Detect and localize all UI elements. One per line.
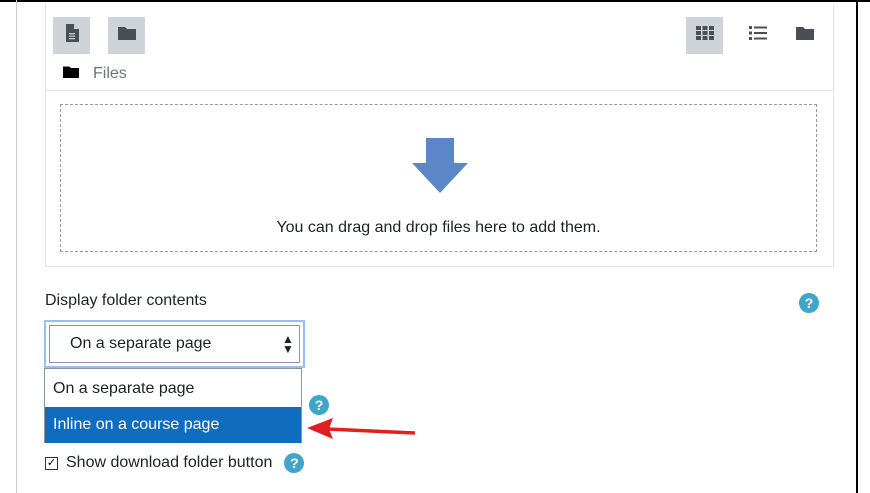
folder-view-icon (795, 26, 814, 45)
list-view-icon (748, 26, 767, 45)
frame-right-border (856, 0, 858, 493)
list-view-button[interactable] (739, 17, 776, 54)
grid-view-icon (695, 26, 714, 45)
display-folder-options: On a separate page Inline on a course pa… (44, 368, 302, 443)
help-icon[interactable]: ? (309, 395, 329, 415)
frame-left-border (16, 0, 17, 493)
folder-icon (117, 26, 136, 45)
annotation-arrow-icon (305, 414, 417, 449)
download-folder-row: ✓ Show download folder button ? (45, 452, 305, 474)
create-folder-button[interactable] (108, 17, 145, 54)
select-inner: On a separate page ▲ ▼ (49, 325, 300, 363)
folder-icon (63, 65, 79, 83)
download-folder-label: Show download folder button (66, 454, 273, 471)
file-manager-toolbar: Files (46, 4, 833, 91)
help-icon[interactable]: ? (799, 293, 819, 313)
tree-view-button[interactable] (786, 17, 823, 54)
path-root-link[interactable]: Files (93, 65, 127, 83)
arrow-down-icon (412, 138, 468, 199)
option-separate-page[interactable]: On a separate page (45, 371, 301, 407)
folder-path: Files (63, 64, 127, 84)
file-icon (65, 24, 79, 47)
drop-zone-text: You can drag and drop files here to add … (276, 219, 601, 236)
grid-view-button[interactable] (686, 17, 723, 54)
file-manager: Files You can drag and drop files here t… (45, 4, 834, 267)
frame-top-border (0, 0, 870, 2)
display-folder-select[interactable]: On a separate page ▲ ▼ (44, 320, 305, 368)
drop-zone[interactable]: You can drag and drop files here to add … (60, 104, 817, 252)
select-value: On a separate page (70, 335, 212, 352)
help-icon[interactable]: ? (284, 453, 305, 473)
add-file-button[interactable] (53, 17, 90, 54)
option-inline-course-page[interactable]: Inline on a course page (45, 407, 301, 443)
display-folder-label: Display folder contents (45, 292, 207, 309)
download-folder-checkbox[interactable]: ✓ (45, 456, 58, 470)
select-arrows-icon: ▲ ▼ (282, 332, 294, 356)
